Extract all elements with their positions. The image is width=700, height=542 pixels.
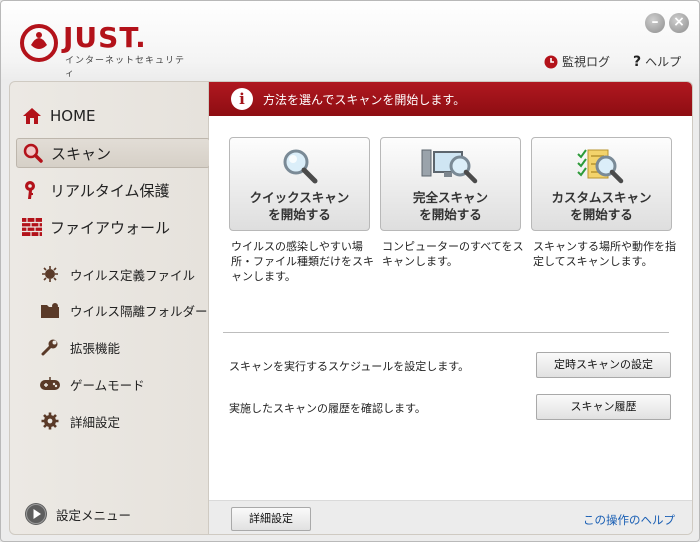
wrench-icon [40, 337, 60, 357]
scan-icon [23, 143, 43, 163]
detail-settings-button[interactable]: 詳細設定 [231, 507, 311, 531]
gamepad-icon [40, 374, 60, 394]
sidebar-item-quarantine[interactable]: ウイルス隔離フォルダー [40, 297, 208, 323]
close-button[interactable]: × [669, 13, 689, 33]
custom-scan-title: カスタムスキャン を開始する [551, 190, 652, 222]
banner-text: 方法を選んでスキャンを開始します。 [263, 92, 466, 107]
sidebar-item-extensions[interactable]: 拡張機能 [40, 334, 120, 360]
sidebar-item-home[interactable]: HOME [22, 101, 96, 131]
full-scan-description: コンピューターのすべてをスキャンします。 [382, 240, 524, 268]
gear-icon [40, 411, 60, 431]
sidebar-item-scan[interactable]: スキャン [16, 138, 210, 168]
sidebar-item-label: HOME [50, 107, 96, 125]
key-icon [22, 180, 42, 200]
monitor-log-link[interactable]: 監視ログ [544, 53, 610, 70]
firewall-icon [22, 217, 42, 237]
divider [223, 332, 669, 333]
logo-emblem-icon [20, 24, 58, 62]
sidebar-item-label: スキャン [51, 144, 112, 163]
clock-icon [544, 55, 558, 68]
custom-scan-description: スキャンする場所や動作を指定してスキャンします。 [533, 240, 676, 268]
quarantine-folder-icon [40, 300, 60, 320]
sidebar-item-virus-definition[interactable]: ウイルス定義ファイル [40, 261, 195, 287]
help-label: ヘルプ [645, 55, 682, 69]
help-link-header[interactable]: ? ヘルプ [633, 53, 681, 70]
sidebar-item-advanced[interactable]: 詳細設定 [40, 408, 120, 434]
info-banner: i 方法を選んでスキャンを開始します。 [209, 82, 692, 116]
home-icon [22, 106, 42, 126]
operation-help-link[interactable]: この操作のヘルプ [583, 512, 675, 528]
sidebar: HOME スキャン リアルタイム保護 ファイアウォール ウイルス定義ファイル ウ… [9, 81, 210, 535]
schedule-scan-button[interactable]: 定時スキャンの設定 [536, 352, 671, 378]
main-panel: i 方法を選んでスキャンを開始します。 クイックスキャン を開始する ウイルスの… [209, 81, 693, 535]
sidebar-item-label: ゲームモード [70, 377, 145, 393]
logo-subtitle: インターネットセキュリティ [65, 56, 186, 79]
scan-history-button[interactable]: スキャン履歴 [536, 394, 671, 420]
sidebar-item-gamemode[interactable]: ゲームモード [40, 371, 145, 397]
logo-text: JUST. [63, 21, 147, 54]
quick-scan-button[interactable]: クイックスキャン を開始する [229, 137, 370, 231]
schedule-description: スキャンを実行するスケジュールを設定します。 [229, 360, 470, 373]
quick-scan-title: クイックスキャン を開始する [249, 190, 350, 222]
sidebar-item-realtime[interactable]: リアルタイム保護 [22, 175, 170, 205]
quick-scan-description: ウイルスの感染しやすい場所・ファイル種類だけをスキャンします。 [231, 240, 374, 283]
info-icon: i [231, 88, 253, 110]
question-icon: ? [633, 53, 642, 70]
sidebar-item-label: 拡張機能 [70, 340, 121, 356]
full-scan-button[interactable]: 完全スキャン を開始する [380, 137, 521, 231]
minimize-button[interactable]: – [645, 13, 665, 33]
just-logo: JUST. インターネットセキュリティ [19, 21, 189, 79]
sidebar-item-label: ウイルス隔離フォルダー [70, 303, 208, 319]
monitor-log-label: 監視ログ [562, 55, 611, 69]
app-window: JUST. インターネットセキュリティ – × 監視ログ ? ヘルプ HOME … [0, 0, 700, 542]
history-description: 実施したスキャンの履歴を確認します。 [229, 402, 426, 415]
virus-definition-icon [40, 264, 60, 284]
computer-magnifier-icon [421, 149, 477, 184]
magnifier-icon [283, 149, 317, 184]
sidebar-item-label: ウイルス定義ファイル [70, 267, 196, 283]
checklist-magnifier-icon [576, 149, 623, 184]
sidebar-item-label: ファイアウォール [50, 218, 171, 237]
custom-scan-button[interactable]: カスタムスキャン を開始する [531, 137, 672, 231]
sidebar-item-label: 詳細設定 [70, 414, 121, 430]
footer-bar: 詳細設定 この操作のヘルプ [209, 500, 692, 534]
sidebar-item-label: リアルタイム保護 [50, 181, 170, 200]
play-circle-icon [25, 503, 47, 525]
full-scan-title: 完全スキャン を開始する [412, 190, 488, 222]
sidebar-item-firewall[interactable]: ファイアウォール [22, 212, 170, 242]
settings-menu-label: 設定メニュー [56, 507, 132, 523]
settings-menu-button[interactable]: 設定メニュー [24, 502, 131, 526]
